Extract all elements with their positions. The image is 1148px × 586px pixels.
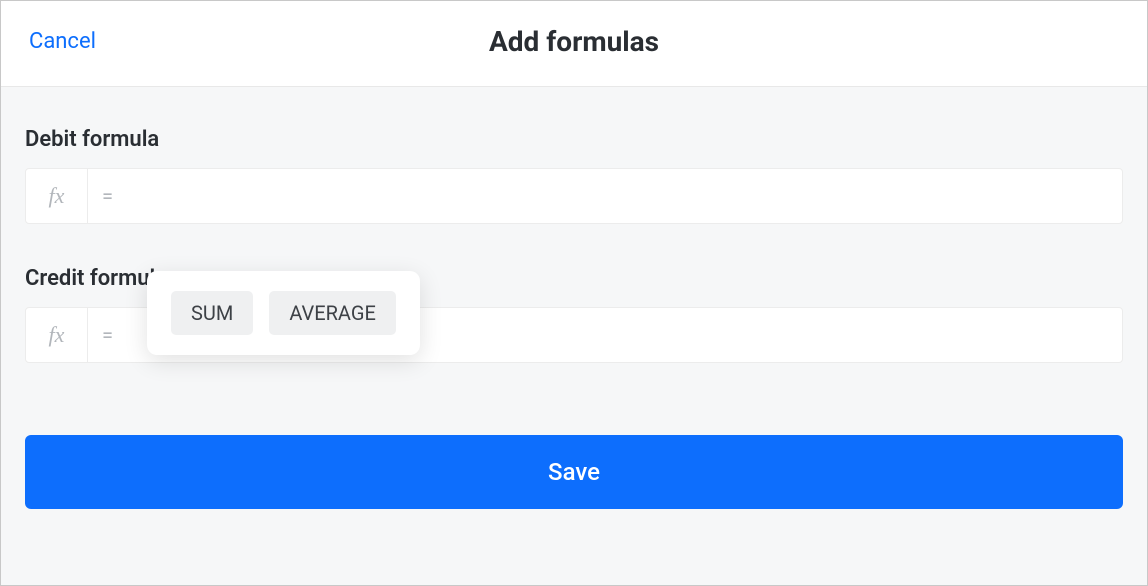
suggestion-sum[interactable]: SUM [171,291,253,335]
cancel-button[interactable]: Cancel [29,29,96,54]
suggestion-average[interactable]: AVERAGE [269,291,396,335]
debit-formula-label: Debit formula [25,127,1123,152]
fx-icon: fx [26,308,88,362]
equals-sign: = [88,308,127,362]
modal-body: Debit formula fx = SUM AVERAGE Credit fo… [1,87,1147,585]
debit-formula-input[interactable] [127,169,1122,223]
debit-formula-input-wrapper[interactable]: fx = [25,168,1123,224]
add-formulas-modal: Cancel Add formulas Debit formula fx = S… [0,0,1148,586]
modal-header: Cancel Add formulas [1,1,1147,87]
fx-icon: fx [26,169,88,223]
save-button[interactable]: Save [25,435,1123,509]
equals-sign: = [88,169,127,223]
debit-formula-group: Debit formula fx = [25,127,1123,224]
formula-suggestion-popover: SUM AVERAGE [147,271,420,355]
modal-title: Add formulas [489,25,659,58]
